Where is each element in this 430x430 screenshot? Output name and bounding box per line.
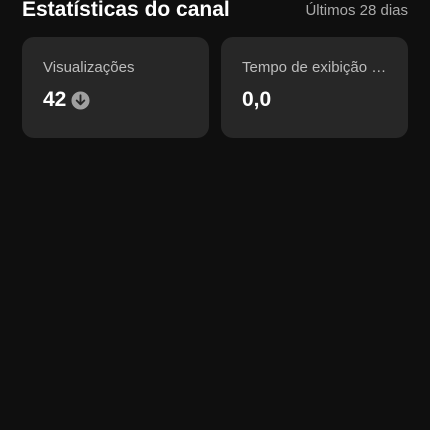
stats-header: Estatísticas do canal Últimos 28 dias <box>22 0 408 26</box>
page-title: Estatísticas do canal <box>22 0 230 21</box>
channel-stats-page: Estatísticas do canal Últimos 28 dias Vi… <box>0 0 430 430</box>
date-range-label: Últimos 28 dias <box>305 1 408 19</box>
stats-cards: Visualizações 42 Tempo de exibição (hora… <box>22 37 408 138</box>
arrow-down-circle-icon <box>71 90 90 110</box>
views-value: 42 <box>43 88 67 111</box>
watch-time-value-row: 0,0 <box>242 88 387 112</box>
watch-time-value: 0,0 <box>242 88 272 111</box>
watch-time-label: Tempo de exibição (horas) <box>242 59 387 76</box>
watch-time-card[interactable]: Tempo de exibição (horas) 0,0 <box>221 37 408 138</box>
views-label: Visualizações <box>43 59 135 76</box>
views-value-row: 42 <box>43 88 188 112</box>
views-card[interactable]: Visualizações 42 <box>22 37 209 138</box>
